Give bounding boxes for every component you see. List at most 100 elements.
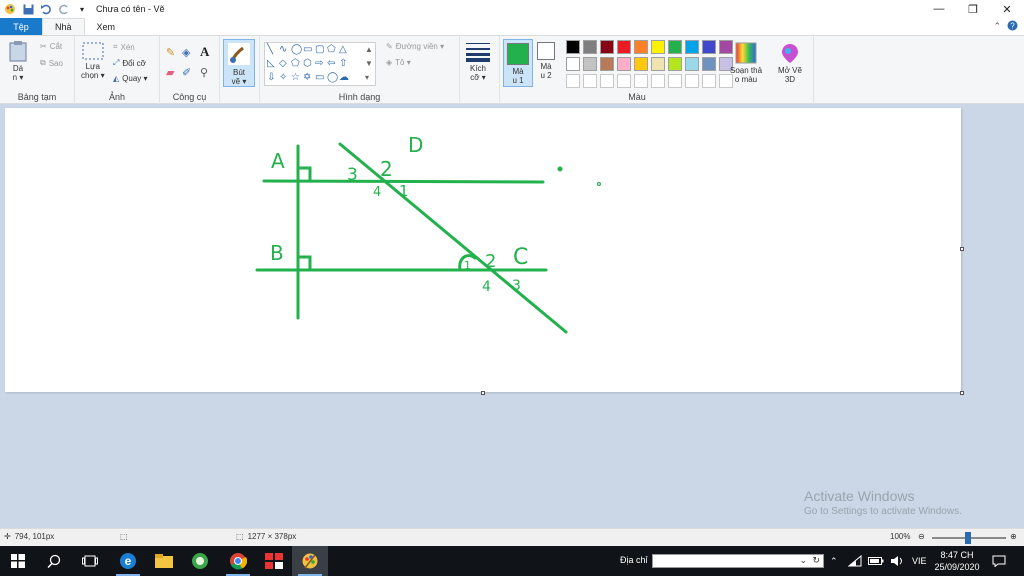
- palette-swatch[interactable]: [583, 40, 597, 54]
- color1-button[interactable]: Mà u 1: [503, 39, 533, 87]
- up-arrow-shape-icon[interactable]: ⇧: [339, 59, 347, 69]
- triangle-shape-icon[interactable]: △: [339, 45, 347, 55]
- taskbar-app-green[interactable]: [182, 546, 218, 576]
- palette-swatch[interactable]: [634, 57, 648, 71]
- palette-swatch[interactable]: [702, 74, 716, 88]
- open-paint3d-button[interactable]: Mở Vẽ 3D: [778, 42, 802, 84]
- search-button[interactable]: [36, 546, 72, 576]
- drawing-canvas[interactable]: A B D C 3 2 4 1 1 2 4 3: [5, 108, 961, 392]
- tab-view[interactable]: Xem: [85, 18, 128, 35]
- paint-app-icon[interactable]: [4, 3, 16, 15]
- minimize-button[interactable]: —: [922, 0, 956, 18]
- fill-bucket-icon[interactable]: ◈: [182, 46, 190, 59]
- resize-handle-bottom[interactable]: [481, 391, 485, 395]
- down-arrow-shape-icon[interactable]: ⇩: [267, 73, 275, 83]
- palette-swatch[interactable]: [668, 40, 682, 54]
- edit-colors-button[interactable]: Soạn thả o màu: [730, 42, 762, 84]
- show-hidden-icons[interactable]: ⌃: [830, 546, 838, 576]
- right-triangle-shape-icon[interactable]: ◺: [267, 59, 275, 69]
- maximize-button[interactable]: ❐: [956, 0, 990, 18]
- size-button[interactable]: Kích cỡ ▾: [466, 42, 490, 82]
- shape-outline-button[interactable]: ✎ Đường viền ▾: [386, 42, 444, 51]
- volume-icon[interactable]: [890, 546, 904, 576]
- zoom-in-button[interactable]: ⊕: [1010, 532, 1017, 541]
- color2-button[interactable]: Mà u 2: [537, 42, 555, 80]
- text-icon[interactable]: A: [200, 44, 209, 60]
- five-star-shape-icon[interactable]: ☆: [291, 73, 300, 83]
- cloud-shape-icon[interactable]: ☁: [339, 73, 349, 83]
- palette-swatch[interactable]: [685, 40, 699, 54]
- task-view-button[interactable]: [72, 546, 108, 576]
- diamond-shape-icon[interactable]: ◇: [279, 59, 287, 69]
- language-indicator[interactable]: VIE: [912, 546, 927, 576]
- tab-file[interactable]: Tệp: [0, 18, 42, 35]
- palette-swatch[interactable]: [617, 74, 631, 88]
- undo-icon[interactable]: [40, 3, 52, 15]
- save-icon[interactable]: [22, 3, 34, 15]
- palette-swatch[interactable]: [600, 40, 614, 54]
- tab-home[interactable]: Nhà: [42, 18, 85, 35]
- palette-swatch[interactable]: [634, 40, 648, 54]
- address-dropdown-icon[interactable]: ⌄: [799, 555, 807, 566]
- palette-swatch[interactable]: [617, 40, 631, 54]
- palette-swatch[interactable]: [617, 57, 631, 71]
- palette-swatch[interactable]: [702, 57, 716, 71]
- hexagon-shape-icon[interactable]: ⬡: [303, 59, 312, 69]
- palette-swatch[interactable]: [566, 57, 580, 71]
- rectangle-shape-icon[interactable]: ▭: [303, 45, 312, 55]
- paste-button[interactable]: Dá n ▾: [8, 40, 28, 82]
- zoom-slider-thumb[interactable]: [965, 532, 971, 544]
- palette-swatch[interactable]: [583, 74, 597, 88]
- start-button[interactable]: [0, 546, 36, 576]
- eraser-icon[interactable]: ▰: [166, 66, 174, 79]
- shape-fill-button[interactable]: ◈ Tô ▾: [386, 58, 411, 67]
- taskbar-chrome[interactable]: [220, 546, 256, 576]
- pencil-icon[interactable]: ✎: [166, 46, 175, 59]
- palette-swatch[interactable]: [566, 40, 580, 54]
- address-input[interactable]: ⌄ ↻: [652, 554, 824, 568]
- palette-swatch[interactable]: [600, 74, 614, 88]
- gallery-down-icon[interactable]: ▼: [365, 59, 373, 69]
- palette-swatch[interactable]: [685, 57, 699, 71]
- resize-button[interactable]: ⤢ Đổi cỡ: [113, 58, 146, 68]
- network-icon[interactable]: [848, 546, 862, 576]
- palette-swatch[interactable]: [668, 57, 682, 71]
- palette-swatch[interactable]: [651, 57, 665, 71]
- crop-button[interactable]: ⌗ Xén: [113, 42, 135, 52]
- taskbar-file-explorer[interactable]: [146, 546, 182, 576]
- notifications-icon[interactable]: [992, 546, 1006, 576]
- palette-swatch[interactable]: [668, 74, 682, 88]
- close-button[interactable]: ✕: [990, 0, 1024, 18]
- gallery-up-icon[interactable]: ▲: [365, 45, 373, 55]
- oval-shape-icon[interactable]: ◯: [291, 45, 302, 55]
- palette-swatch[interactable]: [702, 40, 716, 54]
- gallery-expand-icon[interactable]: ▾: [365, 73, 369, 83]
- four-star-shape-icon[interactable]: ✧: [279, 73, 287, 83]
- brushes-button[interactable]: Bút vẽ ▾: [223, 39, 255, 87]
- line-shape-icon[interactable]: ╲: [267, 45, 273, 55]
- taskbar-app-red[interactable]: [256, 546, 292, 576]
- resize-handle-right[interactable]: [960, 247, 964, 251]
- color-picker-icon[interactable]: ✐: [182, 66, 191, 79]
- right-arrow-shape-icon[interactable]: ⇨: [315, 59, 323, 69]
- battery-icon[interactable]: [868, 546, 884, 576]
- taskbar-paint[interactable]: [292, 546, 328, 576]
- select-button[interactable]: Lựa chọn ▾: [81, 42, 105, 80]
- pentagon-shape-icon[interactable]: ⬠: [291, 59, 300, 69]
- system-clock[interactable]: 8:47 CH 25/09/2020: [930, 549, 984, 573]
- palette-swatch[interactable]: [651, 74, 665, 88]
- callout-oval-shape-icon[interactable]: ◯: [327, 73, 338, 83]
- palette-swatch[interactable]: [583, 57, 597, 71]
- palette-swatch[interactable]: [566, 74, 580, 88]
- rotate-button[interactable]: ◭ Quay ▾: [113, 74, 148, 83]
- six-star-shape-icon[interactable]: ✡: [303, 73, 311, 83]
- rounded-rect-shape-icon[interactable]: ▢: [315, 45, 324, 55]
- collapse-ribbon-icon[interactable]: ⌃: [993, 21, 1001, 32]
- palette-swatch[interactable]: [685, 74, 699, 88]
- shapes-gallery[interactable]: ╲ ∿ ◯ ▭ ▢ ⬠ △ ◺ ◇ ⬠ ⬡ ⇨ ⇦ ⇧ ⇩ ✧ ☆ ✡ ▭ ◯ …: [264, 42, 376, 86]
- resize-handle-corner[interactable]: [960, 391, 964, 395]
- help-icon[interactable]: ?: [1007, 20, 1018, 33]
- palette-swatch[interactable]: [634, 74, 648, 88]
- taskbar-edge[interactable]: e: [110, 546, 146, 576]
- redo-icon[interactable]: [58, 3, 70, 15]
